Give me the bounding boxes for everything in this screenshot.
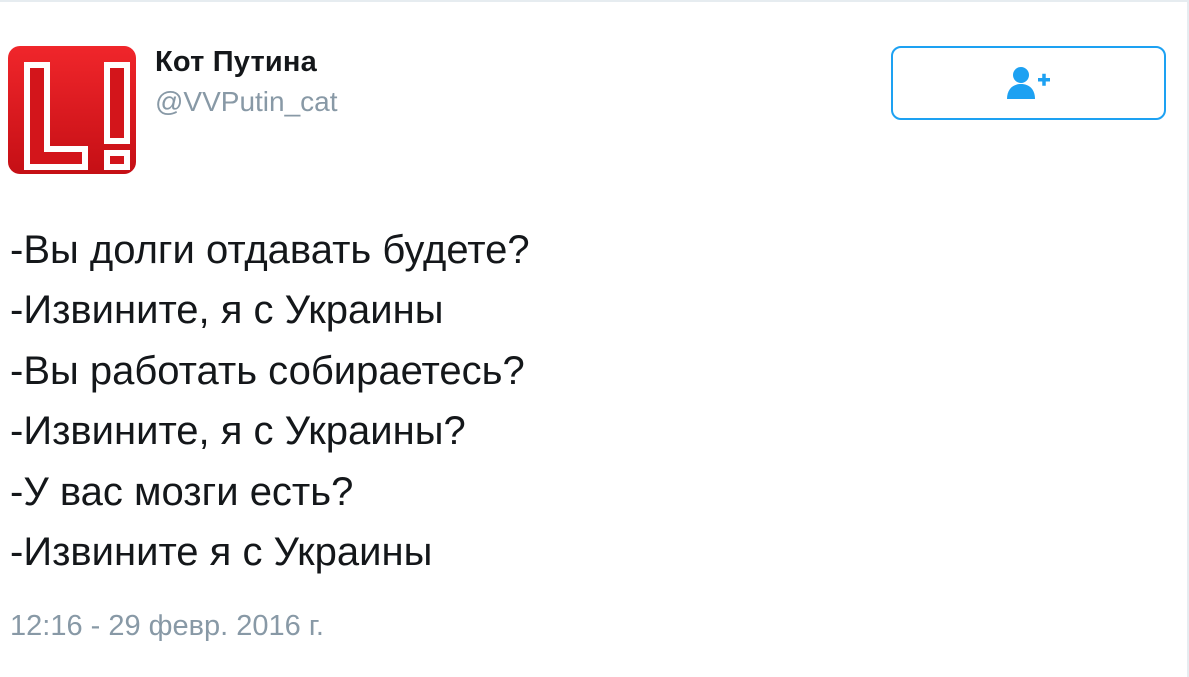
tweet-line: -Извините, я с Украины xyxy=(10,288,444,333)
follow-user-plus-icon xyxy=(1005,65,1053,101)
tweet-line: -Извините, я с Украины? xyxy=(10,409,466,454)
tweet-text: -Вы долги отдавать будете? -Извините, я … xyxy=(10,220,1110,582)
tweet-line: -Вы работать собираетесь? xyxy=(10,348,525,393)
tweet-line: -У вас мозги есть? xyxy=(10,469,354,514)
tweet-timestamp[interactable]: 12:16 - 29 февр. 2016 г. xyxy=(10,610,324,643)
author-display-name[interactable]: Кот Путина xyxy=(155,46,317,79)
tweet-line: -Вы долги отдавать будете? xyxy=(10,228,530,272)
follow-button[interactable] xyxy=(891,46,1166,120)
tweet-card: Кот Путина @VVPutin_cat -Вы долги отдава… xyxy=(0,0,1189,677)
avatar-logo-icon xyxy=(8,46,136,174)
author-handle[interactable]: @VVPutin_cat xyxy=(155,86,338,118)
avatar[interactable] xyxy=(8,46,136,174)
tweet-line: -Извините я с Украины xyxy=(10,530,433,575)
